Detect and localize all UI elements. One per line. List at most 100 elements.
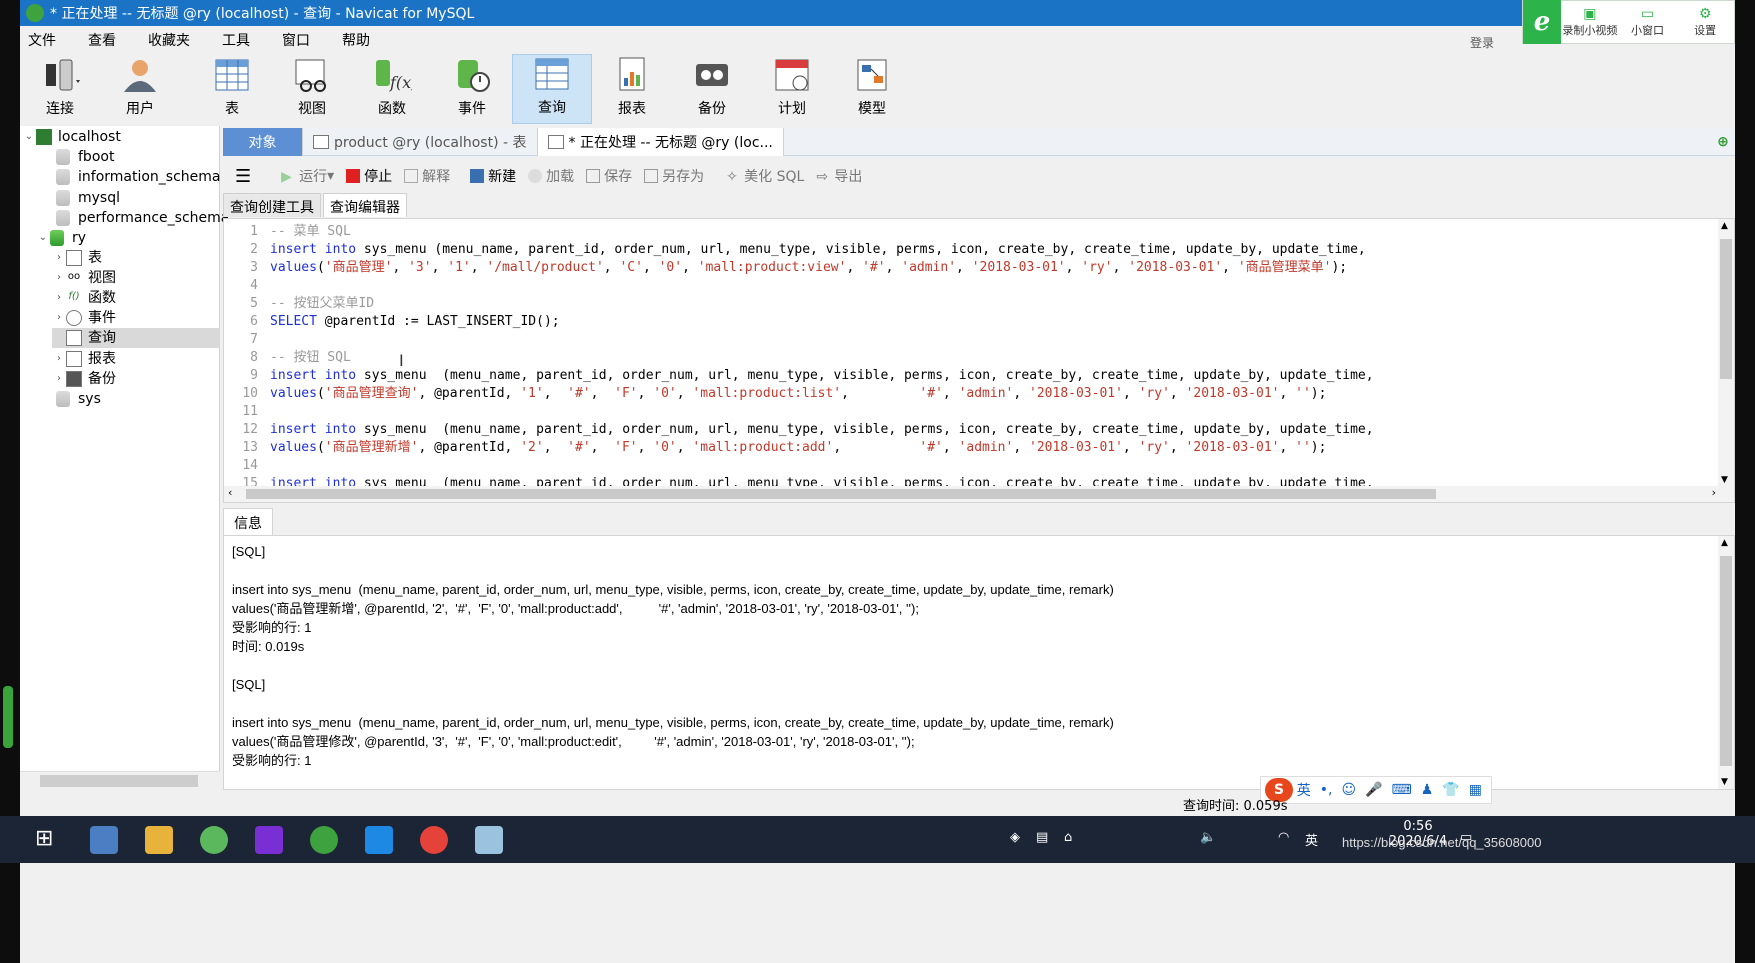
schedule-button[interactable]: 计划 [752, 54, 832, 124]
computer-app-icon[interactable] [90, 826, 118, 854]
login-link[interactable]: 登录 [1470, 34, 1494, 51]
scroll-down-icon[interactable]: ▼ [1721, 475, 1728, 485]
tray-wifi-icon[interactable]: ◠ [1278, 830, 1289, 845]
chrome-app-icon[interactable] [420, 826, 448, 854]
code-line: 14 [224, 457, 270, 475]
tree-db-mysql[interactable]: mysql [56, 188, 120, 208]
new-query-button[interactable]: 新建 [470, 166, 516, 186]
sidebar-scrollbar[interactable] [20, 771, 220, 789]
tree-db-performance-schema[interactable]: performance_schema [56, 208, 229, 228]
ide-app-icon[interactable] [255, 826, 283, 854]
scroll-right-icon[interactable]: › [1712, 486, 1716, 499]
clock-time: 0:56 [1403, 819, 1433, 834]
tree-node-functions[interactable]: › f() 函数 [52, 288, 116, 308]
table-button[interactable]: 表 [192, 54, 272, 124]
tree-node-reports[interactable]: › 报表 [52, 349, 116, 369]
tree-db-information-schema[interactable]: information_schema [56, 167, 221, 187]
line-number: 2 [250, 242, 258, 257]
table-icon [212, 56, 252, 94]
tab-info[interactable]: 信息 [223, 508, 273, 536]
browser-app-icon[interactable] [200, 826, 228, 854]
menu-window[interactable]: 窗口 [280, 30, 312, 50]
load-button[interactable]: 加载 [528, 166, 574, 186]
export-button[interactable]: ⇨ 导出 [816, 166, 862, 186]
record-video-button[interactable]: ▣ 录制小视频 [1561, 6, 1619, 38]
sql-editor[interactable]: 1 -- 菜单 SQL 2 insert into sys_menu (menu_na… [223, 218, 1735, 503]
table-icon [66, 250, 82, 266]
tree-node-tables[interactable]: › 表 [52, 248, 102, 268]
tree-node-events[interactable]: › 事件 [52, 308, 116, 328]
tab-product-table[interactable]: product @ry (localhost) - 表 [303, 128, 538, 156]
tree-db-ry[interactable]: ⌄ ry [36, 228, 86, 248]
connect-button[interactable]: 连接 [20, 54, 100, 124]
stop-button[interactable]: 停止 [346, 166, 392, 186]
tab-current-query[interactable]: * 正在处理 -- 无标题 @ry (loc... [537, 128, 784, 156]
tree-db-sys[interactable]: sys [56, 389, 101, 409]
tab-label: * 正在处理 -- 无标题 @ry (loc... [568, 135, 773, 151]
explain-icon [404, 169, 419, 183]
hamburger-menu-icon[interactable]: ☰ [235, 166, 251, 187]
mini-window-button[interactable]: ▭ 小窗口 [1619, 6, 1677, 38]
run-button[interactable]: ▶ 运行 ▾ [281, 166, 334, 186]
svg-text:f(x): f(x) [389, 73, 412, 92]
tray-network-icon[interactable]: ⌂ [1064, 830, 1072, 845]
tray-shield-icon[interactable]: ◈ [1010, 830, 1020, 845]
windows-start-icon[interactable]: ⊞ [35, 826, 63, 854]
new-tab-plus-icon[interactable]: ⊕ [1711, 128, 1735, 156]
tab-query-editor[interactable]: 查询编辑器 [323, 193, 407, 217]
menu-tools[interactable]: 工具 [220, 30, 252, 50]
tree-db-fboot[interactable]: fboot [56, 147, 114, 167]
tray-volume-icon[interactable]: 🔈 [1200, 830, 1216, 845]
scroll-up-icon[interactable]: ▲ [1721, 221, 1728, 231]
tray-language[interactable]: 英 [1305, 830, 1318, 849]
folder-app-icon[interactable] [145, 826, 173, 854]
line-number: 7 [250, 332, 258, 347]
menu-favorites[interactable]: 收藏夹 [146, 30, 192, 50]
user-button[interactable]: 用户 [100, 54, 180, 124]
chevron-right-icon: › [57, 312, 61, 323]
scroll-down-icon[interactable]: ▼ [1721, 777, 1728, 787]
tree-label: information_schema [78, 169, 221, 185]
line-number: 13 [242, 440, 258, 455]
view-button[interactable]: 视图 [272, 54, 352, 124]
tab-objects[interactable]: 对象 [223, 128, 303, 156]
scrollbar-thumb[interactable] [40, 775, 198, 787]
model-button[interactable]: 模型 [832, 54, 912, 124]
mini-window-label: 小窗口 [1631, 24, 1664, 37]
info-vertical-scrollbar[interactable]: ▲ ▼ [1718, 536, 1734, 789]
function-button[interactable]: f(x) 函数 [352, 54, 432, 124]
report-icon [612, 56, 652, 94]
backup-button[interactable]: 备份 [672, 54, 752, 124]
editor-horizontal-scrollbar[interactable]: ‹ › [224, 486, 1734, 502]
tree-node-queries[interactable]: 查询 [52, 328, 220, 348]
scrollbar-thumb[interactable] [1720, 556, 1732, 766]
scroll-left-icon[interactable]: ‹ [228, 486, 232, 499]
query-button[interactable]: 查询 [512, 54, 592, 124]
event-button[interactable]: 事件 [432, 54, 512, 124]
tree-localhost[interactable]: ⌄ localhost [22, 127, 121, 147]
settings-button[interactable]: ⚙ 设置 [1676, 6, 1734, 38]
scroll-up-icon[interactable]: ▲ [1721, 538, 1728, 548]
code-line: 13 values('商品管理新增', @parentId, '2', '#', … [224, 439, 1326, 457]
scrollbar-thumb[interactable] [246, 489, 1436, 499]
save-button[interactable]: 保存 [586, 166, 632, 186]
scrollbar-thumb[interactable] [1720, 239, 1732, 379]
tree-node-views[interactable]: › oo 视图 [52, 268, 116, 288]
beautify-sql-button[interactable]: ✧ 美化 SQL [726, 166, 804, 186]
menu-help[interactable]: 帮助 [340, 30, 372, 50]
table-design-icon [313, 135, 329, 149]
notepad-app-icon[interactable] [475, 826, 503, 854]
editor-vertical-scrollbar[interactable]: ▲ ▼ [1718, 219, 1734, 487]
navicat-app-icon[interactable] [310, 826, 338, 854]
explain-button[interactable]: 解释 [404, 166, 450, 186]
save-as-button[interactable]: 另存为 [644, 166, 704, 186]
report-button[interactable]: 报表 [592, 54, 672, 124]
camera-icon: ▣ [1583, 6, 1597, 22]
tree-node-backups[interactable]: › 备份 [52, 369, 116, 389]
tab-query-builder[interactable]: 查询创建工具 [223, 193, 321, 217]
code-text: SELECT @parentId := LAST_INSERT_ID(); [270, 314, 560, 329]
tray-app-icon[interactable]: ▤ [1036, 830, 1048, 845]
menu-file[interactable]: 文件 [26, 30, 58, 50]
calendar-app-icon[interactable] [365, 826, 393, 854]
menu-view[interactable]: 查看 [86, 30, 118, 50]
